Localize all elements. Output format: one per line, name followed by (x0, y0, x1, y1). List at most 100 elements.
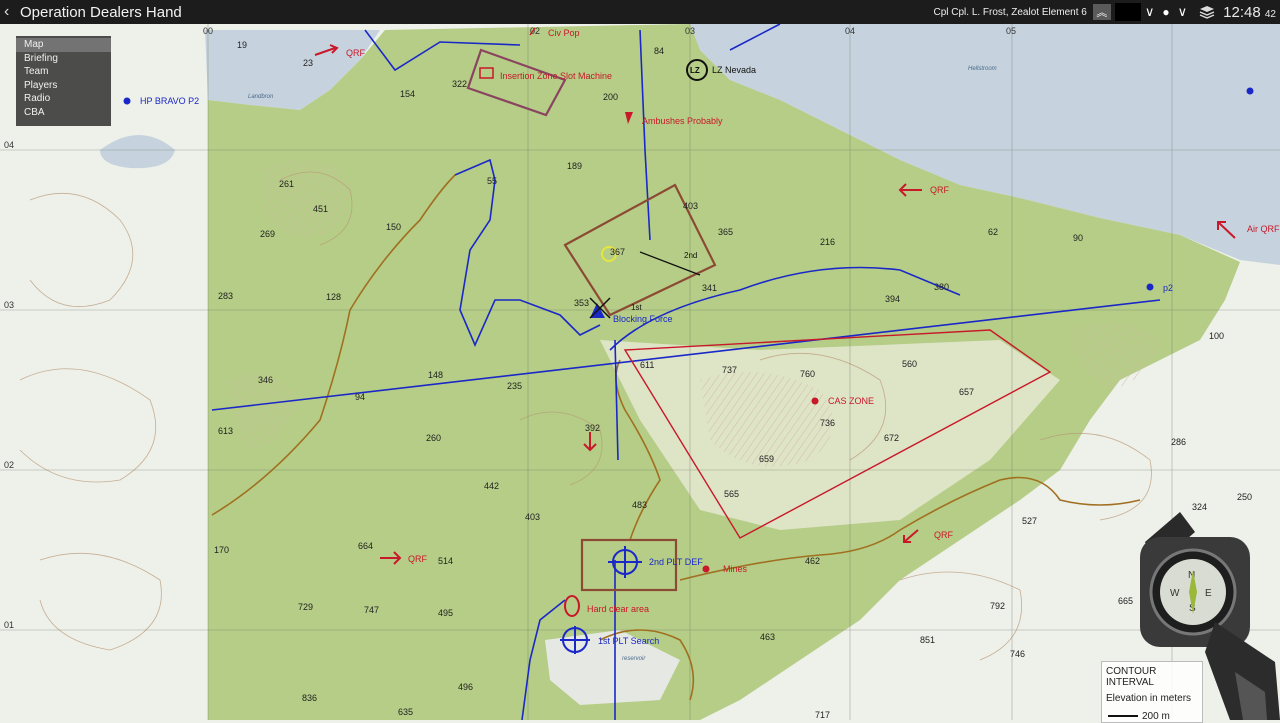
elevation-label: 495 (438, 608, 453, 618)
game-clock: 12:48 42 (1223, 4, 1276, 21)
elevation-label: 341 (702, 283, 717, 293)
elevation-label: 250 (1237, 492, 1252, 502)
elevation-label: 286 (1171, 437, 1186, 447)
tactical-map[interactable]: 00 02 03 04 05 04 03 02 01 LZ QRF QRF Ai… (0, 0, 1280, 720)
elevation-label: 216 (820, 237, 835, 247)
mines-label: Mines (723, 564, 748, 574)
grid-label-left: 03 (4, 300, 14, 310)
water-label: reservoir (622, 656, 646, 662)
cas-zone-label: CAS ZONE (828, 396, 874, 406)
elevation-label: 283 (218, 291, 233, 301)
elevation-label: 261 (279, 179, 294, 189)
legend-title: CONTOUR INTERVAL (1106, 666, 1157, 688)
p2-label: p2 (1163, 283, 1173, 293)
grid-label-top: 03 (685, 26, 695, 36)
elevation-label: 365 (718, 227, 733, 237)
svg-text:W: W (1170, 588, 1180, 599)
elevation-label: 496 (458, 682, 473, 692)
elevation-label: 19 (237, 40, 247, 50)
menu-item-cba[interactable]: CBA (16, 106, 111, 120)
chevron-up-icon[interactable]: ︽ (1092, 4, 1111, 20)
elevation-label: 260 (426, 433, 441, 443)
back-icon[interactable]: ‹ (4, 3, 18, 21)
elevation-label: 392 (585, 423, 600, 433)
grid-label-top: 00 (203, 26, 213, 36)
scale-bar (1108, 715, 1138, 717)
elevation-label: 760 (800, 369, 815, 379)
qrf-label: QRF (408, 554, 428, 564)
chevron-down-icon[interactable]: ∨ (1145, 5, 1155, 20)
scale-value: 200 m (1142, 711, 1170, 722)
elevation-label: 611 (640, 360, 654, 370)
air-qrf-label: Air QRF (1247, 224, 1280, 234)
elevation-label: 851 (920, 635, 935, 645)
elevation-label: 746 (1010, 649, 1025, 659)
briefing-menu: Map Briefing Team Players Radio CBA (16, 36, 111, 126)
lz-nevada-label: LZ Nevada (712, 65, 756, 75)
elevation-label: 55 (487, 176, 497, 186)
grid-label-left: 02 (4, 460, 14, 470)
chevron-down-icon[interactable]: ∨ (1178, 5, 1188, 20)
elevation-label: 150 (386, 222, 401, 232)
elevation-label: 463 (760, 632, 775, 642)
insertion-label: Insertion Zone Slot Machine (500, 71, 612, 81)
elevation-label: 736 (820, 418, 835, 428)
ambushes-label: Ambushes Probably (642, 116, 723, 126)
menu-item-players[interactable]: Players (16, 79, 111, 93)
elevation-label: 665 (1118, 596, 1133, 606)
elevation-label: 353 (574, 298, 589, 308)
elevation-label: 346 (258, 375, 273, 385)
elevation-label: 148 (428, 370, 443, 380)
legend-subtitle: Elevation in meters (1106, 693, 1192, 704)
grid-label-top: 05 (1006, 26, 1016, 36)
mission-title: Operation Dealers Hand (20, 3, 182, 21)
elevation-label: 269 (260, 229, 275, 239)
elevation-label: 527 (1022, 516, 1037, 526)
elevation-label: 128 (326, 292, 341, 302)
second-label: 2nd (684, 251, 697, 260)
elevation-label: 403 (683, 201, 698, 211)
elevation-label: 403 (525, 512, 540, 522)
elevation-label: 189 (567, 161, 582, 171)
water-label: Landbron (248, 94, 274, 100)
elevation-label: 94 (355, 392, 365, 402)
menu-item-team[interactable]: Team (16, 65, 111, 79)
elevation-label: 565 (724, 489, 739, 499)
elevation-label: 90 (1073, 233, 1083, 243)
water-label: Hellstroom (968, 66, 997, 72)
svg-text:LZ: LZ (690, 66, 700, 75)
menu-item-briefing[interactable]: Briefing (16, 52, 111, 66)
elevation-label: 462 (805, 556, 820, 566)
elevation-label: 200 (603, 92, 618, 102)
color-swatch[interactable] (1114, 3, 1141, 21)
dot-icon[interactable]: ● (1162, 5, 1169, 19)
clock-seconds: 42 (1264, 8, 1276, 20)
first-plt-search-label: 1st PLT Search (598, 636, 659, 646)
elevation-label: 664 (358, 541, 373, 551)
elevation-label: 672 (884, 433, 899, 443)
layers-icon[interactable] (1199, 4, 1215, 20)
elevation-label: 747 (364, 605, 379, 615)
qrf-label: QRF (934, 530, 954, 540)
first-label: 1st (631, 303, 642, 312)
grid-label-top: 04 (845, 26, 855, 36)
top-bar-right: Cpl Cpl. L. Frost, Zealot Element 6 ︽ ∨ … (933, 0, 1280, 24)
elevation-label: 442 (484, 481, 499, 491)
elevation-label: 729 (298, 602, 313, 612)
elevation-label: 84 (654, 46, 664, 56)
menu-item-radio[interactable]: Radio (16, 92, 111, 106)
elevation-label: 657 (959, 387, 974, 397)
elevation-label: 367 (610, 247, 625, 257)
elevation-label: 613 (218, 426, 233, 436)
elevation-label: 635 (398, 707, 413, 717)
elevation-label: 100 (1209, 331, 1224, 341)
clock-time: 12:48 (1223, 3, 1261, 21)
elevation-label: 483 (632, 500, 647, 510)
top-bar: ‹ Operation Dealers Hand Cpl Cpl. L. Fro… (0, 0, 1280, 24)
hard-clear-label: Hard clear area (587, 604, 649, 614)
elevation-label: 792 (990, 601, 1005, 611)
elevation-label: 836 (302, 693, 317, 703)
menu-item-map[interactable]: Map (16, 38, 111, 52)
grid-label-left: 01 (4, 620, 14, 630)
elevation-label: 560 (902, 359, 917, 369)
